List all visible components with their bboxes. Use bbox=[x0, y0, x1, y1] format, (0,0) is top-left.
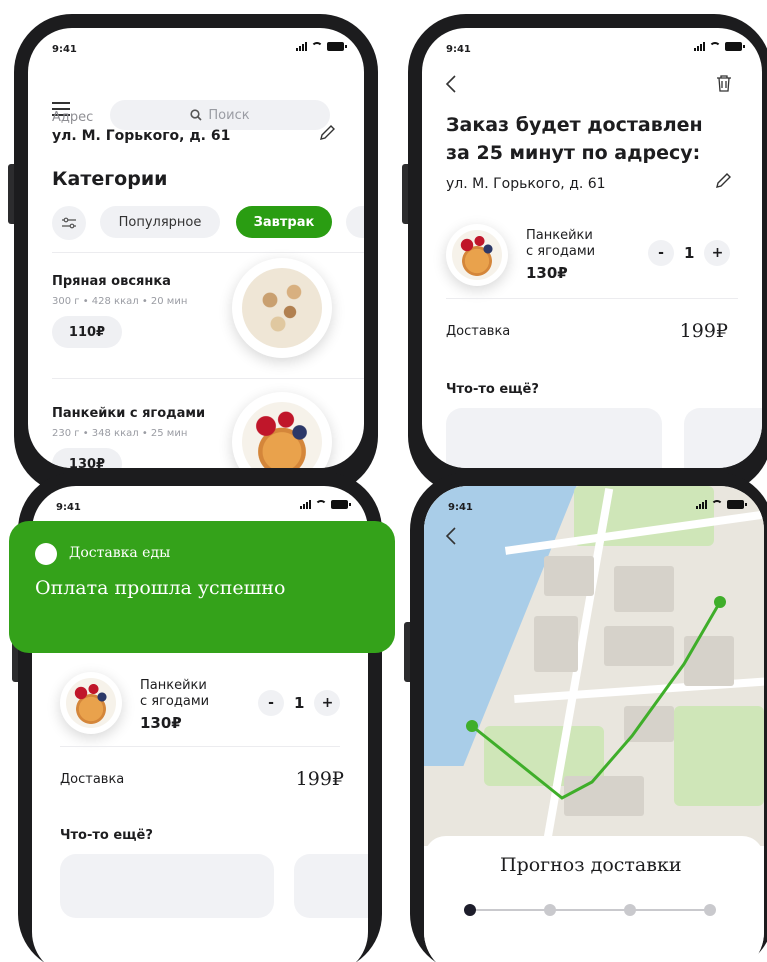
status-bar: 9:41 bbox=[32, 486, 368, 526]
decrease-button[interactable]: - bbox=[648, 240, 674, 266]
forecast-title: Прогноз доставки bbox=[500, 854, 682, 876]
search-input[interactable]: Поиск bbox=[110, 100, 330, 130]
order-title-line2: за 25 минут по адресу: bbox=[446, 142, 701, 164]
suggestion-card[interactable] bbox=[294, 854, 368, 918]
wifi-icon bbox=[311, 42, 323, 51]
route-line bbox=[466, 596, 726, 800]
battery-icon bbox=[725, 42, 745, 51]
delivery-price: 199₽ bbox=[295, 768, 344, 790]
back-arrow-icon[interactable] bbox=[444, 526, 458, 546]
status-icons bbox=[300, 500, 351, 509]
categories-title: Категории bbox=[52, 168, 168, 190]
trash-icon[interactable] bbox=[716, 74, 732, 92]
signal-icon bbox=[696, 500, 707, 509]
decrease-button[interactable]: - bbox=[258, 690, 284, 716]
edit-address-icon[interactable] bbox=[714, 172, 732, 190]
notification-app-name: Доставка еды bbox=[69, 545, 171, 561]
back-arrow-icon[interactable] bbox=[444, 74, 458, 94]
address-value[interactable]: ул. М. Горького, д. 61 bbox=[52, 128, 230, 144]
pancakes-image bbox=[446, 224, 508, 286]
chip-breakfast[interactable]: Завтрак bbox=[236, 206, 332, 238]
more-title: Что-то ещё? bbox=[446, 382, 539, 397]
cart-item-name: Панкейки bbox=[526, 228, 593, 243]
item-meta: 300 г • 428 ккал • 20 мин bbox=[52, 296, 188, 307]
cart-item-price: 130₽ bbox=[140, 714, 182, 732]
status-time: 9:41 bbox=[52, 44, 77, 55]
battery-icon bbox=[727, 500, 747, 509]
suggestion-card[interactable] bbox=[60, 854, 274, 918]
chip-popular[interactable]: Популярное bbox=[100, 206, 220, 238]
payment-notification[interactable]: Доставка еды Оплата прошла успешно bbox=[9, 521, 395, 653]
signal-icon bbox=[300, 500, 311, 509]
quantity-stepper[interactable]: - 1 + bbox=[648, 240, 731, 266]
pancakes-image bbox=[60, 672, 122, 734]
cart-item-name: с ягодами bbox=[526, 244, 596, 259]
chip-more[interactable] bbox=[346, 206, 364, 238]
order-title-line1: Заказ будет доставлен bbox=[446, 114, 703, 136]
item-price-button[interactable]: 110₽ bbox=[52, 316, 122, 348]
battery-icon bbox=[327, 42, 347, 51]
status-icons bbox=[694, 42, 745, 51]
suggestion-card[interactable] bbox=[684, 408, 762, 468]
filter-button[interactable] bbox=[52, 206, 86, 240]
screen-order: 9:41 Заказ будет доставлен за 25 минут п… bbox=[422, 28, 762, 468]
progress-track bbox=[470, 909, 710, 911]
edit-address-icon[interactable] bbox=[318, 124, 336, 142]
cart-item-name: с ягодами bbox=[140, 694, 210, 709]
divider bbox=[52, 252, 364, 253]
status-bar: 9:41 bbox=[422, 28, 762, 68]
delivery-label: Доставка bbox=[60, 772, 125, 787]
divider bbox=[60, 746, 340, 747]
search-placeholder: Поиск bbox=[208, 107, 250, 123]
order-address: ул. М. Горького, д. 61 bbox=[446, 176, 606, 192]
delivery-map[interactable] bbox=[424, 486, 764, 846]
item-price-button[interactable]: 130₽ bbox=[52, 448, 122, 468]
more-title: Что-то ещё? bbox=[60, 828, 153, 843]
status-icons bbox=[296, 42, 347, 51]
status-time: 9:41 bbox=[446, 44, 471, 55]
status-icons bbox=[696, 500, 747, 509]
signal-icon bbox=[296, 42, 307, 51]
wifi-icon bbox=[709, 42, 721, 51]
screen-menu: 9:41 Поиск Адрес ул. М. Горького, д. 61 … bbox=[28, 28, 364, 468]
forecast-panel: Прогноз доставки bbox=[424, 836, 764, 962]
item-meta: 230 г • 348 ккал • 25 мин bbox=[52, 428, 188, 439]
progress-step bbox=[544, 904, 556, 916]
progress-step-active bbox=[464, 904, 476, 916]
status-time: 9:41 bbox=[56, 502, 81, 513]
delivery-price: 199₽ bbox=[679, 320, 728, 342]
delivery-label: Доставка bbox=[446, 324, 511, 339]
wifi-icon bbox=[315, 500, 327, 509]
increase-button[interactable]: + bbox=[314, 690, 341, 716]
cart-item-name: Панкейки bbox=[140, 678, 207, 693]
progress-step bbox=[624, 904, 636, 916]
suggestion-card[interactable] bbox=[446, 408, 662, 468]
cart-item-price: 130₽ bbox=[526, 264, 568, 282]
status-bar: 9:41 bbox=[28, 28, 364, 68]
status-time: 9:41 bbox=[448, 502, 473, 513]
item-name[interactable]: Пряная овсянка bbox=[52, 274, 171, 289]
quantity-stepper[interactable]: - 1 + bbox=[258, 690, 341, 716]
wifi-icon bbox=[711, 500, 723, 509]
notification-message: Оплата прошла успешно bbox=[35, 577, 286, 599]
item-name[interactable]: Панкейки с ягодами bbox=[52, 406, 205, 421]
divider bbox=[52, 378, 364, 379]
divider bbox=[446, 298, 738, 299]
signal-icon bbox=[694, 42, 705, 51]
battery-icon bbox=[331, 500, 351, 509]
oatmeal-image bbox=[232, 258, 332, 358]
address-label: Адрес bbox=[52, 110, 94, 125]
quantity-value: 1 bbox=[684, 244, 695, 262]
notification-app-icon bbox=[35, 543, 57, 565]
increase-button[interactable]: + bbox=[704, 240, 731, 266]
search-icon bbox=[190, 109, 202, 121]
status-bar: 9:41 bbox=[424, 486, 764, 526]
progress-step bbox=[704, 904, 716, 916]
filter-icon bbox=[62, 217, 76, 229]
screen-map: 9:41 Прогноз доставки bbox=[424, 486, 764, 962]
quantity-value: 1 bbox=[294, 694, 305, 712]
pancakes-image bbox=[232, 392, 332, 468]
